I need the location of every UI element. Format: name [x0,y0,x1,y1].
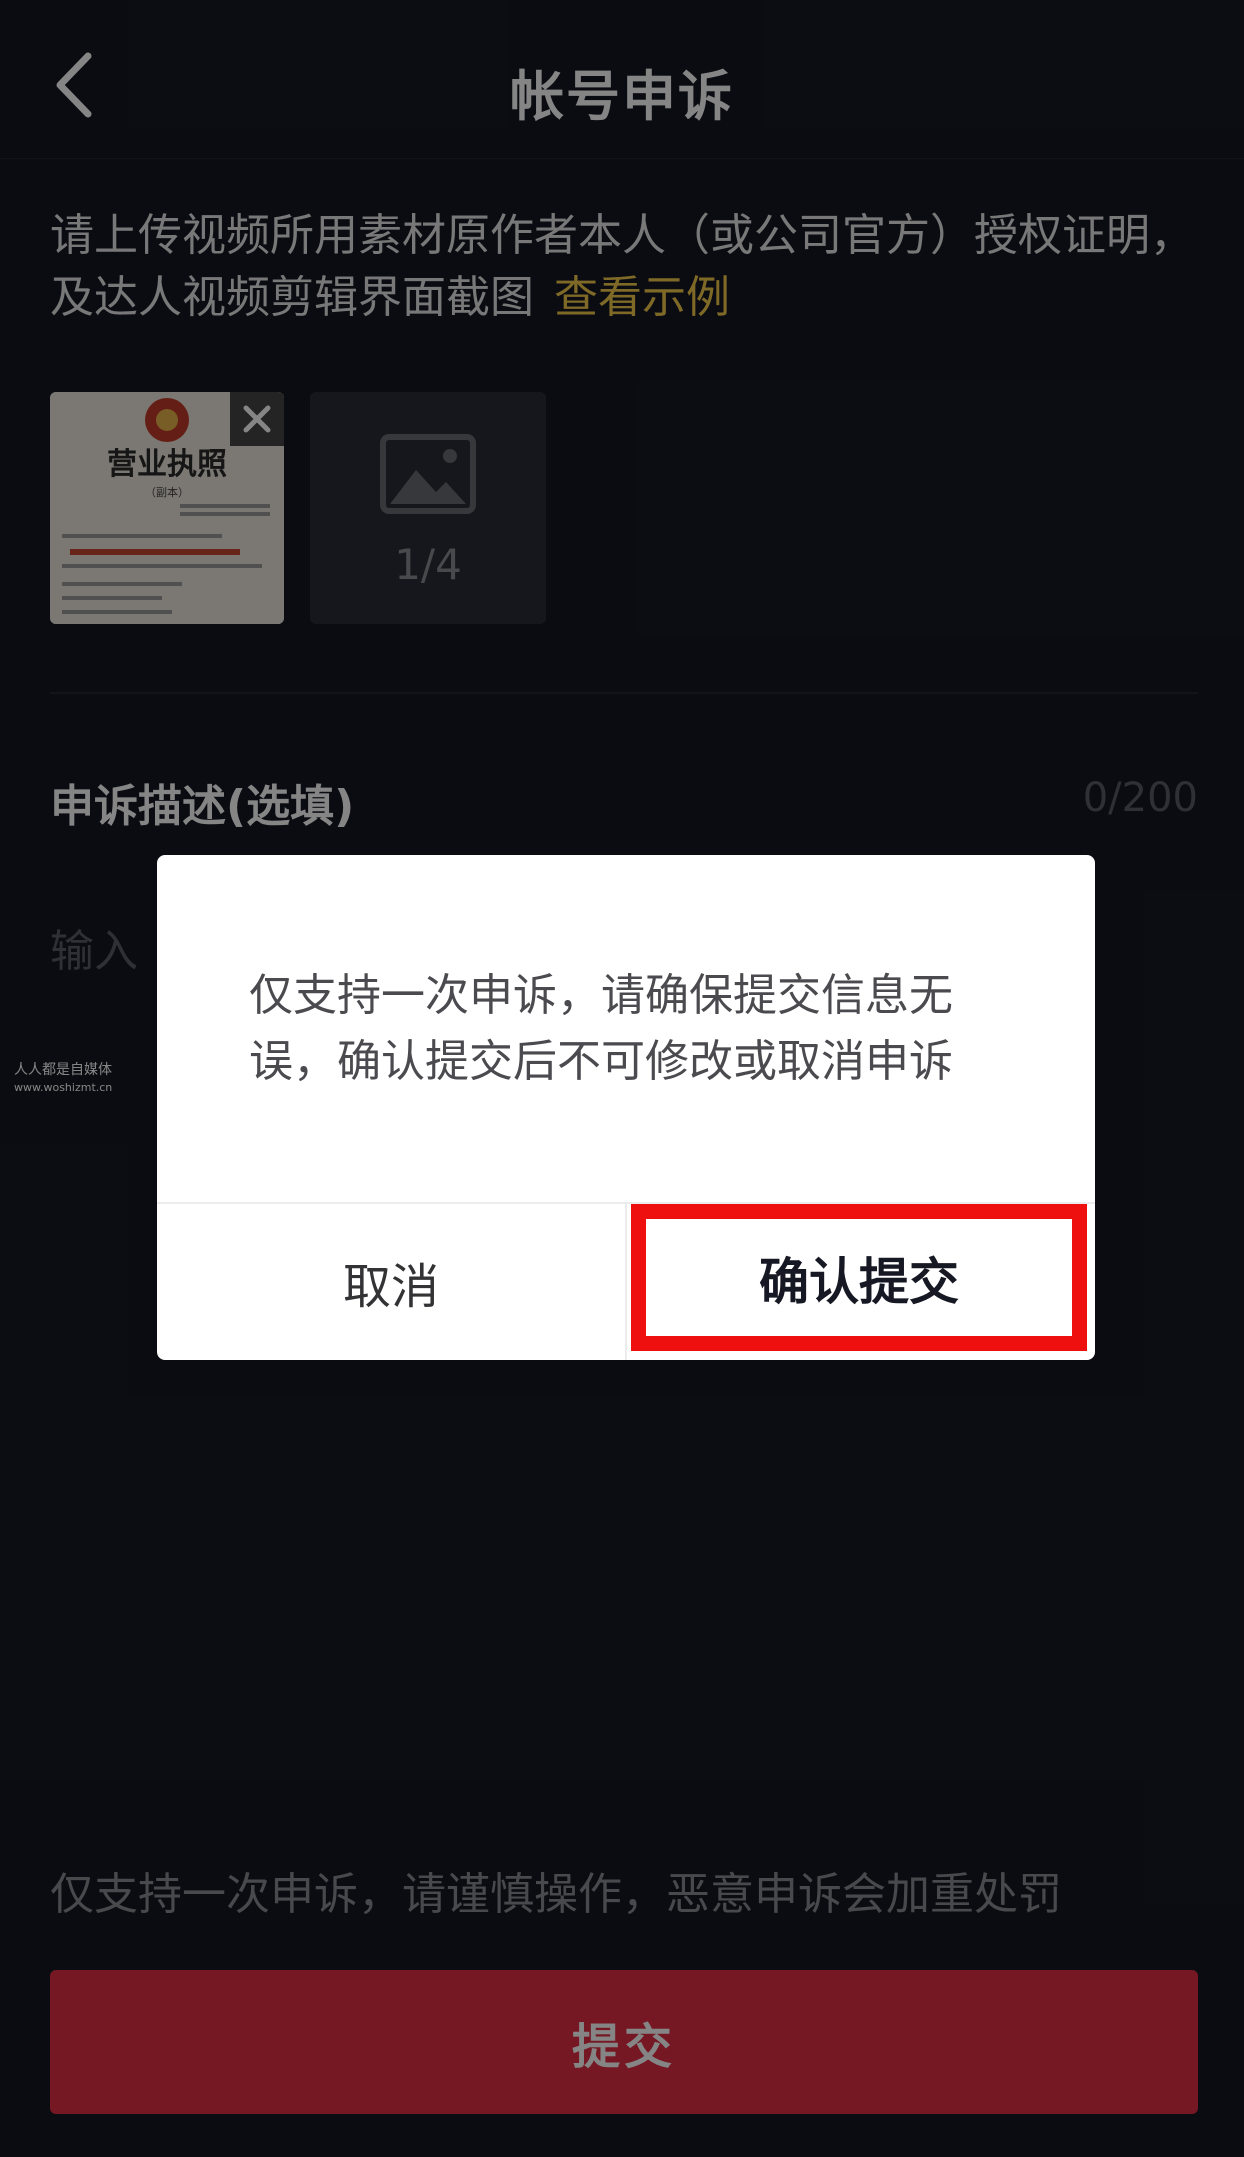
confirm-submit-button[interactable]: 确认提交 [631,1204,1087,1351]
cancel-button[interactable]: 取消 [157,1204,625,1360]
confirm-dialog: 仅支持一次申诉，请确保提交信息无误，确认提交后不可修改或取消申诉 取消 确认提交 [157,855,1095,1360]
dialog-button-divider [625,1204,627,1360]
dialog-message: 仅支持一次申诉，请确保提交信息无误，确认提交后不可修改或取消申诉 [249,970,953,1087]
